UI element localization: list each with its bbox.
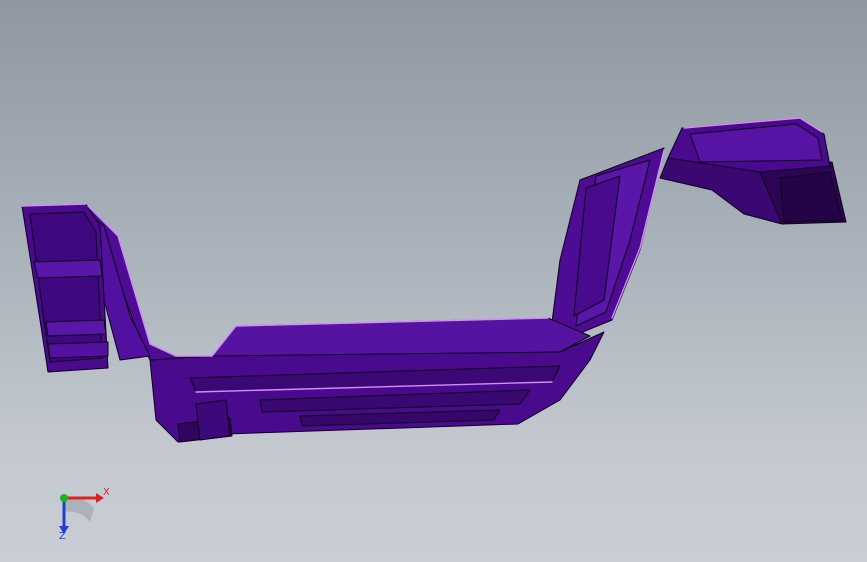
triad-shadow xyxy=(64,497,94,522)
left-end-tab-band-1 xyxy=(33,259,103,279)
left-end-tab-band-3 xyxy=(47,341,109,359)
left-end-tab-face xyxy=(29,211,103,363)
graphics-viewport[interactable]: X Z xyxy=(0,0,867,562)
reference-triad: X Z xyxy=(44,484,120,546)
left-end-tab-band-2 xyxy=(45,319,107,337)
x-axis-label: X xyxy=(103,487,110,498)
z-axis-label: Z xyxy=(59,531,66,542)
y-axis-dot xyxy=(60,494,68,502)
sheet-metal-part-model[interactable] xyxy=(0,0,867,562)
floor-boss xyxy=(195,399,231,441)
